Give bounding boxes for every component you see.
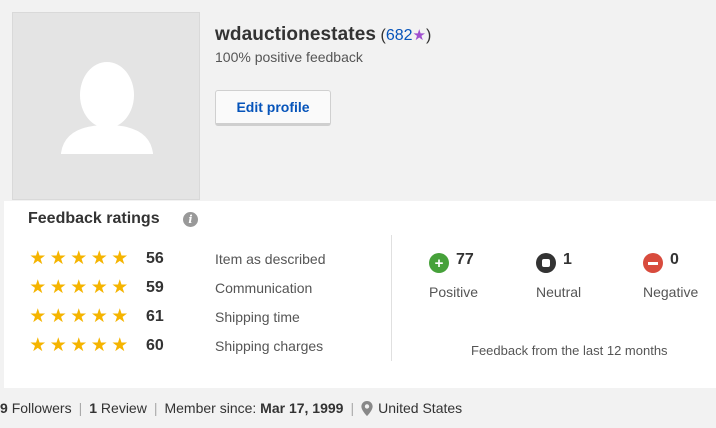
member-since-date: Mar 17, 1999 [260,400,344,416]
followers-count: 9 [0,400,8,416]
neutral-count: 1 [563,251,572,268]
plus-circle-icon: + [429,253,449,273]
star-icon: ★ [49,306,67,327]
star-icon: ★ [70,306,88,327]
five-star-rating: ★ ★ ★ ★ ★ [28,278,130,298]
username-link[interactable]: wdauctionestates [215,24,376,45]
star-icon: ★ [70,277,88,298]
close-paren: ) [425,27,432,44]
star-icon: ★ [70,248,88,269]
rating-row-item-as-described: ★ ★ ★ ★ ★ 56 Item as described [28,249,378,271]
info-icon[interactable]: i [183,212,198,227]
profile-header: wdauctionestates (682★) 100% positive fe… [0,0,716,201]
edit-profile-button[interactable]: Edit profile [215,90,331,126]
five-star-rating: ★ ★ ★ ★ ★ [28,307,130,327]
feedback-score-number: 682 [385,27,413,44]
star-icon: ★ [90,306,108,327]
member-since-label: Member since: [164,400,257,416]
star-icon: ★ [412,27,426,44]
star-icon: ★ [90,248,108,269]
star-icon: ★ [49,277,67,298]
rating-label: Shipping time [215,309,300,325]
rating-count: 61 [146,308,164,325]
rating-label: Item as described [215,251,326,267]
star-icon: ★ [29,248,47,269]
vertical-divider [391,235,392,361]
reviews-count: 1 [89,400,98,416]
five-star-rating: ★ ★ ★ ★ ★ [28,336,130,356]
rating-label: Communication [215,280,313,296]
feedback-ratings-title: Feedback ratings [28,210,160,227]
rating-row-shipping-time: ★ ★ ★ ★ ★ 61 Shipping time [28,307,378,329]
avatar[interactable] [12,12,200,200]
star-icon: ★ [111,248,129,269]
five-star-rating: ★ ★ ★ ★ ★ [28,249,130,269]
separator: | [350,400,355,416]
rating-label: Shipping charges [215,338,324,354]
square-circle-icon [536,253,556,273]
rating-row-communication: ★ ★ ★ ★ ★ 59 Communication [28,278,378,300]
separator: | [153,400,158,416]
positive-label: Positive [429,284,479,300]
feedback-ratings-panel: Feedback ratings i ★ ★ ★ ★ ★ 56 Item as desc… [4,201,716,388]
star-icon: ★ [90,335,108,356]
location-text: United States [378,400,463,416]
star-icon: ★ [111,306,129,327]
separator: | [78,400,83,416]
star-icon: ★ [49,335,67,356]
rating-count: 56 [146,250,164,267]
star-icon: ★ [90,277,108,298]
feedback-period-note: Feedback from the last 12 months [471,343,668,358]
star-icon: ★ [111,277,129,298]
rating-count: 60 [146,337,164,354]
feedback-score[interactable]: (682★) [380,27,431,44]
rating-count: 59 [146,279,164,296]
star-icon: ★ [70,335,88,356]
negative-label: Negative [643,284,699,300]
star-icon: ★ [29,306,47,327]
user-silhouette-icon [61,62,153,154]
minus-circle-icon [643,253,663,273]
rating-row-shipping-charges: ★ ★ ★ ★ ★ 60 Shipping charges [28,336,378,358]
user-block: wdauctionestates (682★) [215,24,431,46]
positive-feedback-text: 100% positive feedback [215,49,363,65]
star-icon: ★ [49,248,67,269]
followers-label: Followers [11,400,72,416]
negative-count: 0 [670,251,679,268]
star-icon: ★ [29,277,47,298]
reviews-link[interactable]: 1 Review [89,400,147,416]
reviews-label: Review [100,400,147,416]
star-icon: ★ [29,335,47,356]
profile-stats-bar: 9 Followers | 1 Review | Member since: M… [0,397,462,419]
followers-link[interactable]: 9 Followers [0,400,72,416]
positive-count: 77 [456,251,474,268]
star-icon: ★ [111,335,129,356]
location-pin-icon [361,400,373,416]
neutral-label: Neutral [536,284,582,300]
